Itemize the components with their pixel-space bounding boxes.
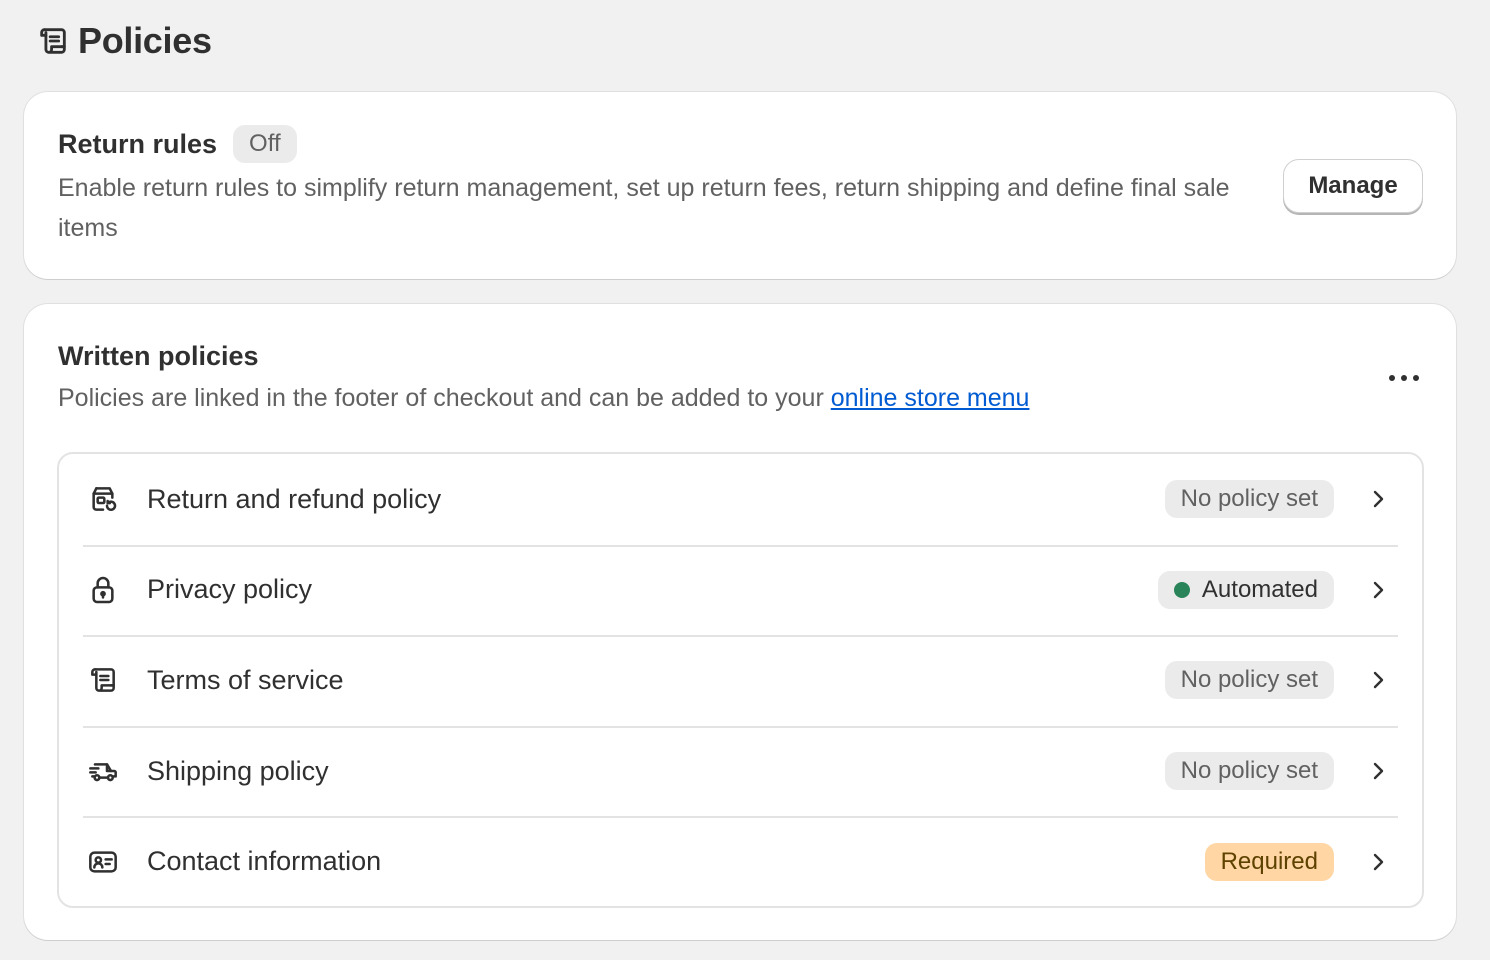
ellipsis-icon — [1388, 374, 1420, 382]
scroll-icon — [87, 664, 119, 696]
policy-row-contact[interactable]: Contact information Required — [59, 816, 1422, 906]
written-policies-description: Policies are linked in the footer of che… — [58, 378, 1358, 418]
written-policies-title: Written policies — [58, 341, 259, 371]
chevron-right-icon — [1366, 578, 1390, 602]
policy-list: Return and refund policy No policy set P… — [57, 452, 1424, 908]
return-rules-description: Enable return rules to simplify return m… — [58, 174, 1230, 242]
written-policies-description-text: Policies are linked in the footer of che… — [58, 384, 831, 412]
return-rules-title: Return rules — [58, 128, 218, 159]
written-policies-card: Written policies Policies are linked in … — [24, 304, 1456, 940]
delivery-truck-icon — [87, 755, 119, 787]
manage-button[interactable]: Manage — [1283, 159, 1423, 213]
written-policies-header: Written policies Policies are linked in … — [58, 338, 1358, 418]
return-rules-title-row: Return rules Off — [58, 124, 1258, 164]
policy-label: Shipping policy — [147, 755, 329, 786]
policy-status-badge: No policy set — [1164, 480, 1334, 519]
page-title: Policies — [78, 20, 212, 61]
policy-status-badge: No policy set — [1164, 752, 1334, 791]
policy-label: Return and refund policy — [147, 483, 442, 514]
policy-label: Privacy policy — [147, 574, 313, 605]
chevron-right-icon — [1366, 487, 1390, 511]
status-dot — [1173, 581, 1190, 598]
policy-status-badge: Required — [1204, 842, 1334, 881]
chevron-right-icon — [1366, 759, 1390, 783]
page-header: Policies — [36, 20, 212, 62]
chevron-right-icon — [1366, 850, 1390, 874]
return-rules-card: Return rules Off Enable return rules to … — [24, 92, 1456, 279]
policy-status-text: Automated — [1201, 575, 1318, 603]
policy-row-return-refund[interactable]: Return and refund policy No policy set — [59, 454, 1422, 545]
scroll-icon — [36, 24, 70, 58]
policy-row-terms[interactable]: Terms of service No policy set — [59, 635, 1422, 726]
lock-icon — [87, 574, 119, 606]
chevron-right-icon — [1366, 668, 1390, 692]
return-rules-status-badge: Off — [233, 125, 297, 163]
return-box-icon — [87, 483, 119, 515]
policy-label: Terms of service — [147, 664, 344, 695]
online-store-menu-link[interactable]: online store menu — [831, 384, 1030, 412]
return-rules-info: Return rules Off Enable return rules to … — [58, 124, 1258, 248]
more-actions-button[interactable] — [1382, 362, 1426, 394]
policy-status-badge: No policy set — [1164, 661, 1334, 700]
policy-status-badge: Automated — [1157, 570, 1334, 609]
policy-row-privacy[interactable]: Privacy policy Automated — [59, 544, 1422, 636]
contact-card-icon — [87, 846, 119, 878]
policy-row-shipping[interactable]: Shipping policy No policy set — [59, 725, 1422, 817]
policy-label: Contact information — [147, 846, 382, 877]
